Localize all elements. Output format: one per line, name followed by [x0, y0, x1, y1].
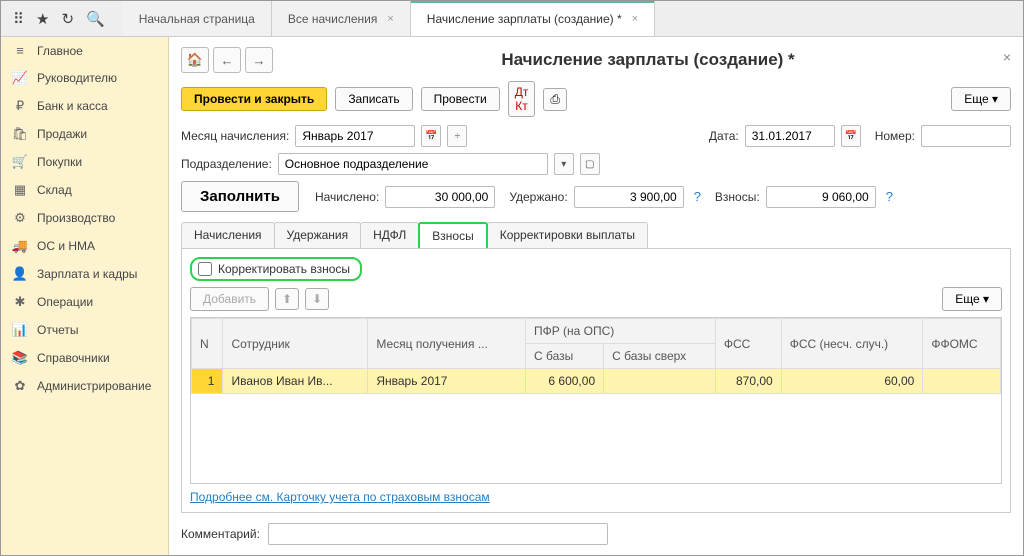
- write-button[interactable]: Записать: [335, 87, 412, 111]
- col-pfr: ПФР (на ОПС): [525, 319, 715, 344]
- close-button[interactable]: ×: [1003, 49, 1011, 65]
- sidebar-item-main[interactable]: ≡Главное: [1, 37, 168, 64]
- dept-label: Подразделение:: [181, 157, 272, 171]
- close-icon[interactable]: ×: [632, 13, 638, 25]
- tab-accruals[interactable]: Начисления: [181, 222, 275, 248]
- close-icon[interactable]: ×: [387, 13, 393, 25]
- month-label: Месяц начисления:: [181, 129, 289, 143]
- correct-contrib-checkbox[interactable]: [198, 262, 212, 276]
- accrued-label: Начислено:: [315, 190, 379, 204]
- sidebar-item-reports[interactable]: 📊Отчеты: [1, 316, 168, 344]
- sidebar-item-operations[interactable]: ✱Операции: [1, 288, 168, 316]
- help-icon[interactable]: ?: [694, 189, 701, 204]
- page-title: Начисление зарплаты (создание) *: [285, 50, 1011, 70]
- post-close-button[interactable]: Провести и закрыть: [181, 87, 327, 111]
- calendar-icon[interactable]: 📅: [421, 125, 441, 147]
- move-down-button: ⬇: [305, 288, 329, 310]
- comment-label: Комментарий:: [181, 527, 260, 541]
- dept-input[interactable]: [278, 153, 548, 175]
- add-button: Добавить: [190, 287, 269, 311]
- date-calendar-icon[interactable]: 📅: [841, 125, 861, 147]
- bag-icon: 🛍: [11, 126, 29, 142]
- sidebar-item-production[interactable]: ⚙Производство: [1, 204, 168, 232]
- back-button[interactable]: ←: [213, 47, 241, 73]
- settings-icon: ✿: [11, 378, 29, 394]
- accrued-value[interactable]: [385, 186, 495, 208]
- home-button[interactable]: 🏠: [181, 47, 209, 73]
- sidebar-item-purchases[interactable]: 🛒Покупки: [1, 148, 168, 176]
- tab-home[interactable]: Начальная страница: [123, 1, 272, 36]
- contrib-value[interactable]: [766, 186, 876, 208]
- table-row[interactable]: 1 Иванов Иван Ив... Январь 2017 6 600,00…: [192, 369, 1001, 394]
- comment-input[interactable]: [268, 523, 608, 545]
- tab-corrections[interactable]: Корректировки выплаты: [487, 222, 648, 248]
- open-icon[interactable]: ▢: [580, 153, 600, 175]
- chart-icon: 📈: [11, 70, 29, 86]
- sidebar-item-bank[interactable]: ₽Банк и касса: [1, 92, 168, 120]
- bar-icon: 📊: [11, 322, 29, 338]
- sidebar-item-sales[interactable]: 🛍Продажи: [1, 120, 168, 148]
- tab-withholdings[interactable]: Удержания: [274, 222, 362, 248]
- history-icon[interactable]: ↻: [61, 10, 74, 28]
- col-fss: ФСС: [715, 319, 781, 369]
- books-icon: 📚: [11, 350, 29, 366]
- contrib-label: Взносы:: [715, 190, 760, 204]
- print-button[interactable]: ⎙: [543, 88, 567, 111]
- col-n: N: [192, 319, 223, 369]
- col-pfr-base: С базы: [525, 344, 603, 369]
- move-up-button: ⬆: [275, 288, 299, 310]
- grid-icon: ▦: [11, 182, 29, 198]
- tab-ndfl[interactable]: НДФЛ: [360, 222, 419, 248]
- correct-contrib-label: Корректировать взносы: [218, 262, 350, 276]
- star-icon: ✱: [11, 294, 29, 310]
- col-ffoms: ФФОМС: [923, 319, 1001, 369]
- apps-icon[interactable]: ⠿: [13, 10, 24, 28]
- sidebar-item-os-nma[interactable]: 🚚ОС и НМА: [1, 232, 168, 260]
- gear-icon: ⚙: [11, 210, 29, 226]
- sidebar-item-admin[interactable]: ✿Администрирование: [1, 372, 168, 400]
- fill-button[interactable]: Заполнить: [181, 181, 299, 212]
- stepper-icon[interactable]: ÷: [447, 125, 467, 147]
- col-pfr-over: С базы сверх: [604, 344, 716, 369]
- col-month: Месяц получения ...: [368, 319, 526, 369]
- star-icon[interactable]: ★: [36, 10, 49, 28]
- person-icon: 👤: [11, 266, 29, 282]
- tab-contributions[interactable]: Взносы: [418, 222, 487, 248]
- date-input[interactable]: [745, 125, 835, 147]
- month-input[interactable]: [295, 125, 415, 147]
- forward-button[interactable]: →: [245, 47, 273, 73]
- withheld-label: Удержано:: [509, 190, 567, 204]
- withheld-value[interactable]: [574, 186, 684, 208]
- sidebar-item-salary-hr[interactable]: 👤Зарплата и кадры: [1, 260, 168, 288]
- help-icon[interactable]: ?: [886, 189, 893, 204]
- tab-payroll-create[interactable]: Начисление зарплаты (создание) *×: [411, 1, 655, 36]
- number-input[interactable]: [921, 125, 1011, 147]
- sidebar: ≡Главное 📈Руководителю ₽Банк и касса 🛍Пр…: [1, 37, 169, 555]
- table-more-button[interactable]: Еще ▾: [942, 287, 1002, 311]
- ruble-icon: ₽: [11, 98, 29, 114]
- dropdown-icon[interactable]: ▾: [554, 153, 574, 175]
- col-fss-ns: ФСС (несч. случ.): [781, 319, 923, 369]
- col-employee: Сотрудник: [223, 319, 368, 369]
- insurance-card-link[interactable]: Подробнее см. Карточку учета по страховы…: [190, 490, 490, 504]
- sidebar-item-references[interactable]: 📚Справочники: [1, 344, 168, 372]
- number-label: Номер:: [875, 129, 915, 143]
- post-button[interactable]: Провести: [421, 87, 500, 111]
- tab-all-accruals[interactable]: Все начисления×: [272, 1, 411, 36]
- cart-icon: 🛒: [11, 154, 29, 170]
- contrib-table: N Сотрудник Месяц получения ... ПФР (на …: [190, 317, 1002, 484]
- more-button[interactable]: Еще ▾: [951, 87, 1011, 111]
- search-icon[interactable]: 🔍: [86, 10, 105, 28]
- correct-contrib-row[interactable]: Корректировать взносы: [190, 257, 362, 281]
- truck-icon: 🚚: [11, 238, 29, 254]
- sidebar-item-manager[interactable]: 📈Руководителю: [1, 64, 168, 92]
- date-label: Дата:: [709, 129, 739, 143]
- menu-icon: ≡: [11, 43, 29, 58]
- dtct-button[interactable]: ДтКт: [508, 81, 536, 117]
- top-bar: ⠿ ★ ↻ 🔍 Начальная страница Все начислени…: [1, 1, 1023, 37]
- sidebar-item-warehouse[interactable]: ▦Склад: [1, 176, 168, 204]
